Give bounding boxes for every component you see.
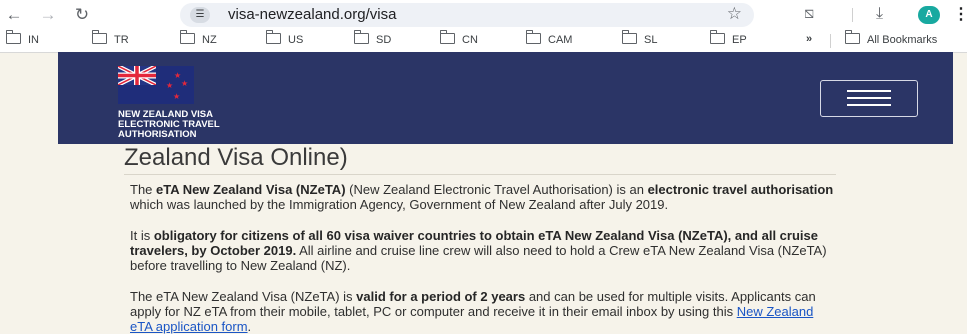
bookmark-folder-nz[interactable]: NZ [179, 30, 217, 46]
folder-icon [353, 30, 369, 44]
bookmark-folder-ep[interactable]: EP [709, 30, 747, 46]
bookmark-folder-sd[interactable]: SD [353, 30, 391, 46]
folder-icon [621, 30, 637, 44]
all-bookmarks-folder[interactable]: All Bookmarks [844, 30, 937, 46]
menu-line [847, 97, 891, 99]
intro-paragraph: The eTA New Zealand Visa (NZeTA) (New Ze… [130, 182, 834, 212]
bookmark-folder-sl[interactable]: SL [621, 30, 657, 46]
bookmark-folder-us[interactable]: US [265, 30, 303, 46]
folder-icon [265, 30, 281, 44]
address-bar[interactable]: ☰ visa-newzealand.org/visa ☆ [180, 3, 754, 27]
download-icon[interactable]: ⤓ [876, 5, 883, 23]
obligation-paragraph: It is obligatory for citizens of all 60 … [130, 228, 827, 273]
star-icon: ★ [173, 92, 181, 101]
union-jack-icon [118, 66, 156, 85]
bookmark-folder-in[interactable]: IN [5, 30, 39, 46]
bookmark-folder-cam[interactable]: CAM [525, 30, 572, 46]
page-title: Zealand Visa Online) [124, 144, 348, 171]
more-menu-icon[interactable]: ⋮ [953, 4, 967, 24]
bookmark-folder-cn[interactable]: CN [439, 30, 478, 46]
folder-icon [91, 30, 107, 44]
folder-icon [439, 30, 455, 44]
back-arrow-icon[interactable]: ← [4, 5, 24, 25]
menu-line [847, 104, 891, 106]
site-info-icon[interactable]: ☰ [190, 7, 210, 23]
toolbar-divider [852, 8, 853, 22]
url-text[interactable]: visa-newzealand.org/visa [228, 6, 396, 23]
title-divider [124, 174, 836, 175]
folder-icon [844, 30, 860, 44]
star-icon[interactable]: ☆ [727, 4, 742, 24]
menu-line [847, 90, 891, 92]
site-header: ★ ★ ★ ★ NEW ZEALAND VISA ELECTRONIC TRAV… [58, 52, 953, 144]
bookmarks-bar: IN TR NZ US SD CN CAM SL EP » All Bookma… [0, 30, 967, 51]
validity-paragraph: The eTA New Zealand Visa (NZeTA) is vali… [130, 289, 816, 334]
folder-icon [179, 30, 195, 44]
hamburger-menu-button[interactable] [820, 80, 918, 117]
bookmarks-divider [830, 34, 831, 48]
bookmarks-overflow-button[interactable]: » [806, 33, 812, 45]
extensions-icon[interactable]: ⧅ [804, 5, 814, 23]
browser-toolbar: ← → ↻ ☰ visa-newzealand.org/visa ☆ ⧅ ⤓ A… [0, 0, 967, 30]
folder-icon [709, 30, 725, 44]
star-icon: ★ [181, 79, 189, 88]
site-name[interactable]: NEW ZEALAND VISA ELECTRONIC TRAVEL AUTHO… [118, 110, 220, 140]
folder-icon [5, 30, 21, 44]
star-icon: ★ [166, 81, 174, 90]
bookmark-folder-tr[interactable]: TR [91, 30, 129, 46]
folder-icon [525, 30, 541, 44]
forward-arrow-icon[interactable]: → [38, 5, 58, 25]
reload-icon[interactable]: ↻ [72, 5, 92, 25]
nz-flag-logo[interactable]: ★ ★ ★ ★ [118, 66, 194, 104]
browser-chrome: ← → ↻ ☰ visa-newzealand.org/visa ☆ ⧅ ⤓ A… [0, 0, 967, 53]
profile-avatar[interactable]: A [918, 6, 940, 24]
